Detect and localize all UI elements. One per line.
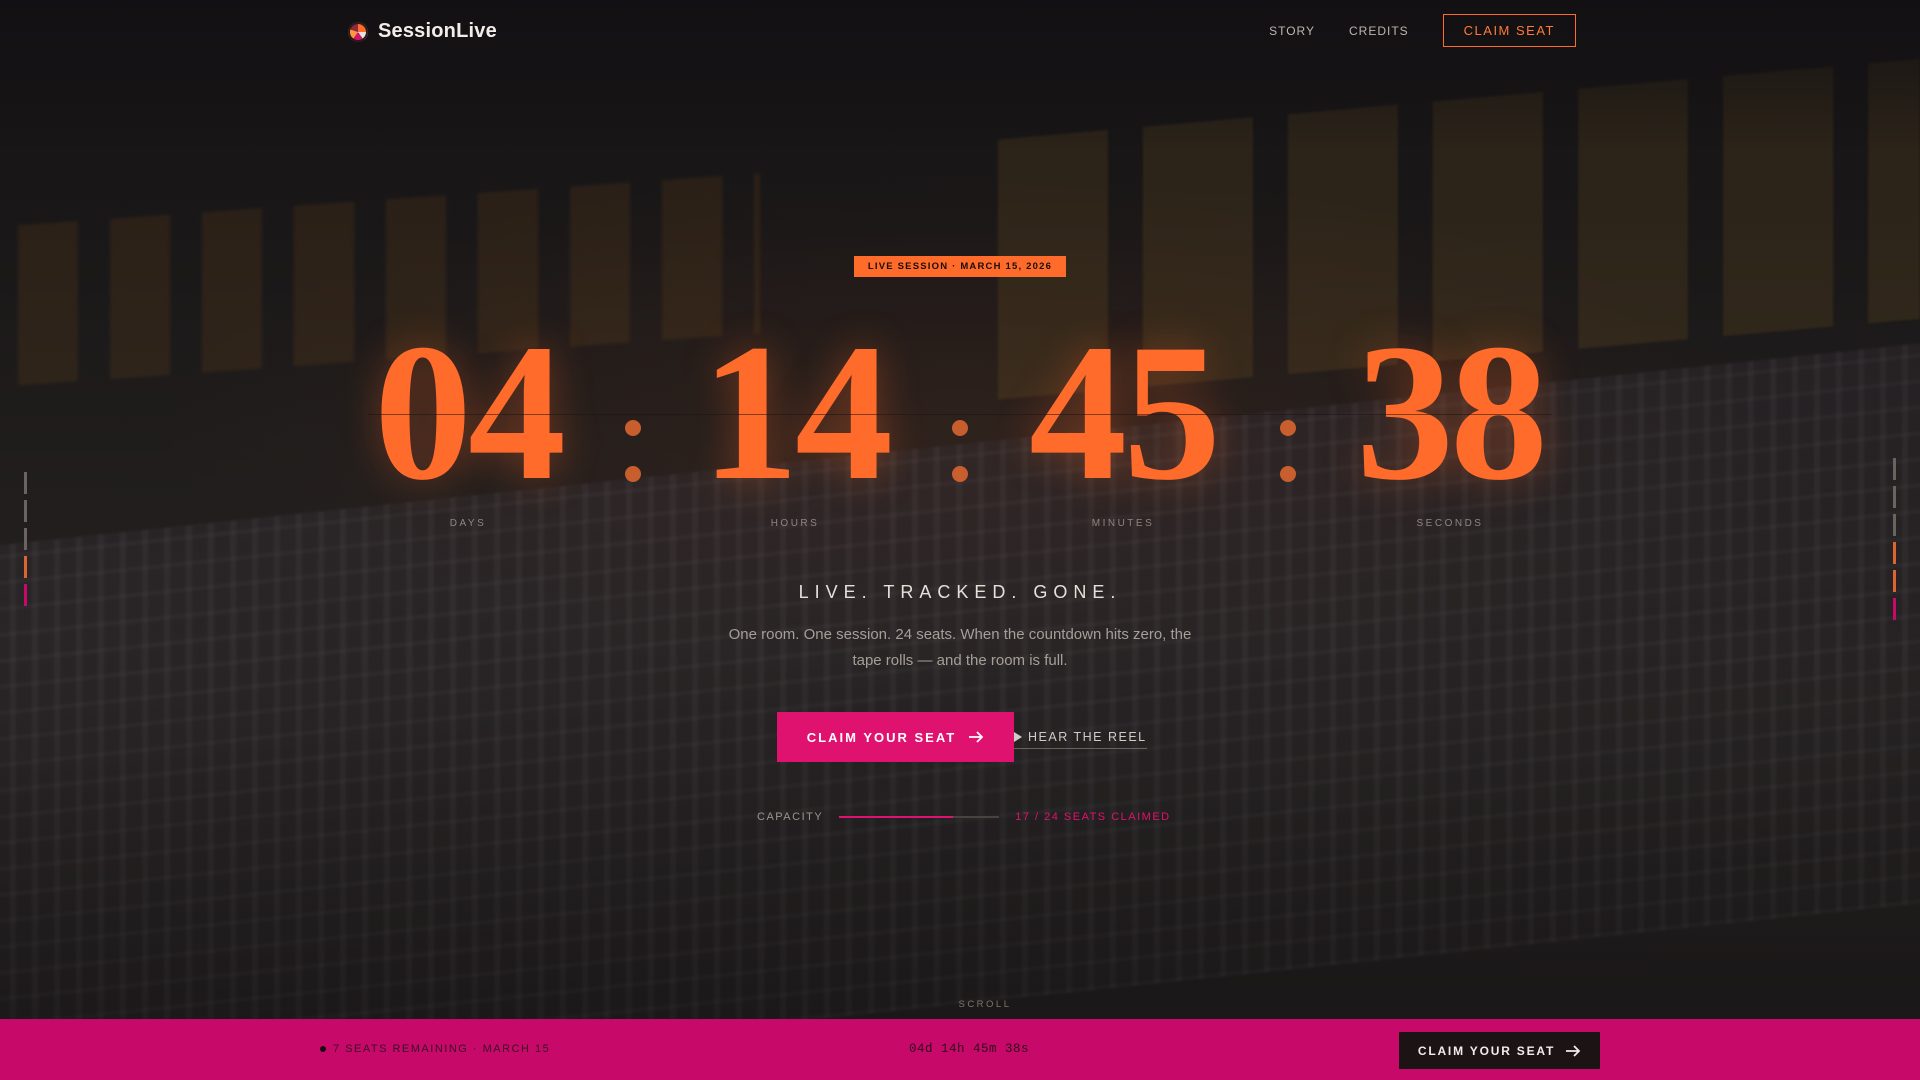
countdown-hours-value: 14	[701, 304, 893, 521]
main-nav: STORY CREDITS CLAIM SEAT	[1269, 14, 1576, 47]
countdown-separator	[625, 420, 641, 500]
seats-remaining-status: 7 SEATS REMAINING · MARCH 15	[320, 1043, 550, 1055]
claim-your-seat-label: CLAIM YOUR SEAT	[806, 729, 957, 745]
hear-the-reel-label: HEAR THE REEL	[1028, 729, 1147, 744]
countdown-seconds: 38 SECONDS	[1350, 304, 1550, 530]
nav-link-credits[interactable]: CREDITS	[1349, 24, 1409, 38]
countdown-hours: 14 HOURS	[695, 304, 895, 530]
hero-cta-row: CLAIM YOUR SEAT HEAR THE REEL	[777, 712, 1147, 762]
countdown-days-value: 04	[374, 304, 566, 521]
status-dot-icon	[320, 1046, 326, 1052]
claim-seat-nav-button[interactable]: CLAIM SEAT	[1442, 14, 1576, 47]
scroll-hint[interactable]: SCROLL	[0, 999, 1920, 1010]
sticky-bottom-bar: 7 SEATS REMAINING · MARCH 15 04d 14h 45m…	[0, 1019, 1920, 1080]
bottom-bar-timer: 04d 14h 45m 38s	[909, 1042, 1030, 1056]
capacity-progress-fill	[839, 816, 953, 818]
capacity-label: CAPACITY	[757, 811, 824, 823]
bottom-claim-your-seat-label: CLAIM YOUR SEAT	[1417, 1043, 1556, 1058]
live-session-badge: LIVE SESSION · MARCH 15, 2026	[854, 256, 1066, 277]
hero-description: One room. One session. 24 seats. When th…	[728, 626, 1192, 669]
capacity-progress-track	[839, 816, 1000, 818]
countdown-days: 04 DAYS	[368, 304, 568, 530]
arrow-right-icon	[1566, 1044, 1581, 1057]
play-icon	[1014, 731, 1022, 742]
seats-remaining-text: 7 SEATS REMAINING · MARCH 15	[333, 1043, 551, 1055]
countdown-timer: 04 DAYS 14 HOURS 45 MINUTES 38 SECONDS	[368, 315, 1552, 529]
site-header: SessionLive STORY CREDITS CLAIM SEAT	[0, 0, 1920, 64]
countdown-divider-line	[368, 414, 1552, 415]
vinyl-logo-icon	[348, 21, 368, 42]
claim-your-seat-button[interactable]: CLAIM YOUR SEAT	[777, 712, 1014, 762]
bottom-claim-your-seat-button[interactable]: CLAIM YOUR SEAT	[1399, 1032, 1600, 1069]
countdown-separator	[952, 420, 968, 500]
hero-section: LIVE SESSION · MARCH 15, 2026 04 DAYS 14…	[0, 0, 1920, 1020]
countdown-separator	[1280, 420, 1296, 500]
brand-name: SessionLive	[378, 20, 497, 42]
arrow-right-icon	[969, 731, 984, 743]
countdown-minutes: 45 MINUTES	[1023, 304, 1223, 530]
capacity-meter: CAPACITY 17 / 24 SEATS CLAIMED	[757, 811, 1171, 823]
countdown-seconds-value: 38	[1356, 304, 1548, 521]
hear-the-reel-link[interactable]: HEAR THE REEL	[1014, 730, 1147, 749]
hero-tagline: LIVE. TRACKED. GONE.	[798, 582, 1122, 602]
nav-link-story[interactable]: STORY	[1269, 24, 1315, 38]
countdown-minutes-value: 45	[1029, 304, 1221, 521]
brand-logo[interactable]: SessionLive	[348, 20, 497, 43]
capacity-count: 17 / 24 SEATS CLAIMED	[1015, 811, 1171, 823]
